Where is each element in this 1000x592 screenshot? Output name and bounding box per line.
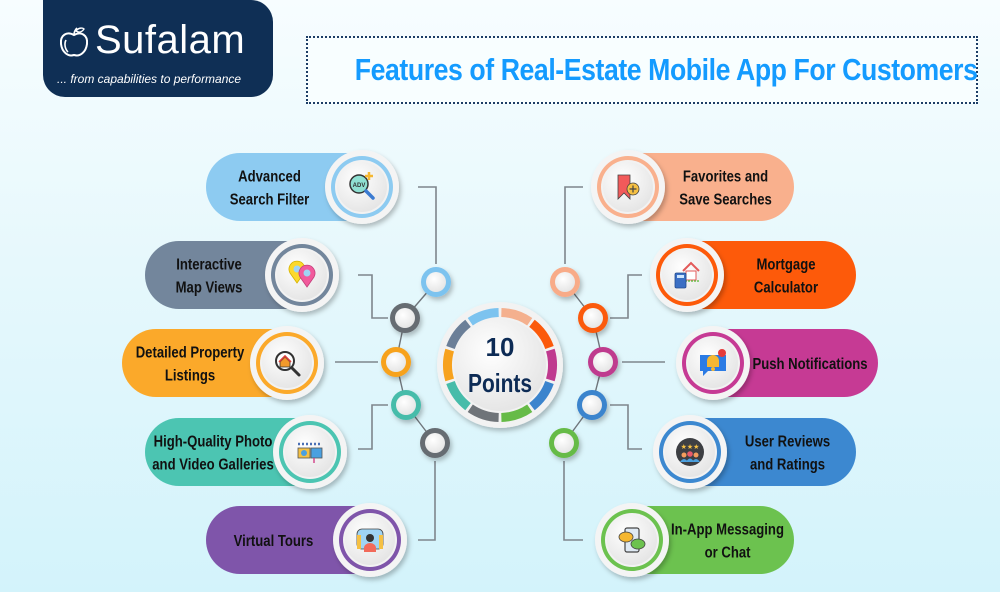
features-diagram: 10 Points ADV Advanced Search Filter Interac… <box>122 150 878 577</box>
feature-item-right-4: ★★★ User Reviews and Ratings <box>653 415 856 489</box>
feature-icon-badge <box>265 238 339 312</box>
feature-item-right-5: In-App Messaging or Chat <box>595 503 794 577</box>
feature-icon-badge <box>333 503 407 577</box>
chain-node-left-5 <box>420 428 450 458</box>
feature-icon-badge: ADV <box>325 150 399 224</box>
feature-icon-badge <box>595 503 669 577</box>
feature-icon-badge <box>676 326 750 400</box>
chain-node-right-2 <box>578 303 608 333</box>
star-rating-users-icon: ★★★ <box>676 438 704 466</box>
center-number: 10 <box>486 332 515 362</box>
feature-label: Calculator <box>754 279 818 296</box>
connector-right-4 <box>610 404 642 450</box>
feature-icon-badge <box>250 326 324 400</box>
feature-label: Map Views <box>176 279 243 296</box>
svg-text:ADV: ADV <box>353 183 366 189</box>
feature-label: Mortgage <box>757 256 816 273</box>
feature-icon-badge <box>273 415 347 489</box>
feature-label: Interactive <box>176 256 242 273</box>
feature-item-right-1: Favorites and Save Searches <box>591 150 794 224</box>
feature-label: Save Searches <box>679 191 772 208</box>
chain-node-left-3 <box>381 347 411 377</box>
chain-node-right-5 <box>549 428 579 458</box>
svg-text:★★★: ★★★ <box>681 443 700 451</box>
feature-label: User Reviews <box>745 433 830 450</box>
feature-label: Favorites and <box>683 168 768 185</box>
connector-right-5 <box>563 461 583 541</box>
center-badge: 10 Points <box>437 302 563 428</box>
chain-node-right-1 <box>550 267 580 297</box>
center-label: Points <box>468 368 532 398</box>
feature-label: Push Notifications <box>752 356 867 373</box>
feature-label: Listings <box>165 367 215 384</box>
feature-label: and Video Galleries <box>152 456 273 473</box>
feature-item-left-5: Virtual Tours <box>206 503 407 577</box>
feature-item-right-2: Mortgage Calculator <box>650 238 856 312</box>
chain-node-right-4 <box>577 390 607 420</box>
feature-icon-badge <box>650 238 724 312</box>
feature-label: and Ratings <box>750 456 825 473</box>
connector-left-2 <box>358 274 388 319</box>
connector-left-5 <box>418 461 436 541</box>
chain-node-right-3 <box>588 347 618 377</box>
feature-label: High-Quality Photo <box>154 433 273 450</box>
connector-right-1 <box>564 186 583 264</box>
feature-label: Search Filter <box>230 191 310 208</box>
connector-left-4 <box>358 404 388 450</box>
chain-node-left-4 <box>391 390 421 420</box>
connector-right-2 <box>610 274 642 319</box>
chain-node-left-2 <box>390 303 420 333</box>
feature-label: Advanced <box>238 168 301 185</box>
connector-left-1 <box>418 186 437 264</box>
feature-item-left-1: ADV Advanced Search Filter <box>206 150 399 224</box>
feature-icon-badge: ★★★ <box>653 415 727 489</box>
feature-item-right-3: Push Notifications <box>676 326 878 400</box>
feature-label: Detailed Property <box>136 344 245 361</box>
feature-label: In-App Messaging <box>671 521 784 538</box>
feature-item-left-2: Interactive Map Views <box>145 238 339 312</box>
feature-icon-badge <box>591 150 665 224</box>
vr-tour-icon <box>356 528 384 552</box>
feature-item-left-3: Detailed Property Listings <box>122 326 324 400</box>
feature-item-left-4: High-Quality Photo and Video Galleries <box>145 415 347 489</box>
feature-label: or Chat <box>705 544 751 561</box>
chain-node-left-1 <box>421 267 451 297</box>
feature-label: Virtual Tours <box>234 533 314 550</box>
